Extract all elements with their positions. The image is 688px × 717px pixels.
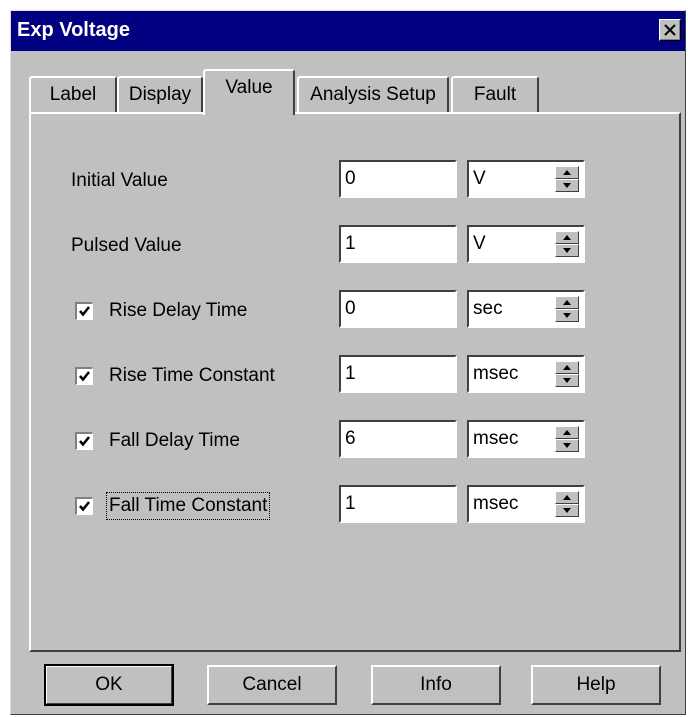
- tab-panel-value: Initial Value 0 V Pulsed Value 1 V Rise …: [29, 112, 681, 652]
- initial-value-spinner[interactable]: [555, 166, 579, 192]
- spin-up-icon[interactable]: [555, 296, 579, 309]
- checkmark-icon: [79, 436, 90, 447]
- rise-delay-time-spinner[interactable]: [555, 296, 579, 322]
- tab-fault-text: Fault: [473, 84, 517, 105]
- initial-value-unit-field[interactable]: V: [467, 160, 585, 198]
- fall-delay-time-unit-field[interactable]: msec: [467, 420, 585, 458]
- rise-time-constant-label: Rise Time Constant: [109, 365, 275, 386]
- rise-time-constant-spinner[interactable]: [555, 361, 579, 387]
- rise-delay-time-checkbox[interactable]: [75, 302, 93, 320]
- rise-delay-time-input[interactable]: 0: [339, 290, 457, 328]
- spin-down-icon[interactable]: [555, 439, 579, 452]
- checkmark-icon: [79, 371, 90, 382]
- fall-time-constant-spinner[interactable]: [555, 491, 579, 517]
- initial-value-unit: V: [473, 168, 486, 189]
- fall-time-constant-checkbox[interactable]: [75, 497, 93, 515]
- tab-value[interactable]: Value: [203, 69, 295, 115]
- tab-display[interactable]: Display: [117, 76, 203, 112]
- spin-up-icon[interactable]: [555, 491, 579, 504]
- ok-button[interactable]: OK: [44, 664, 174, 706]
- rise-delay-time-label: Rise Delay Time: [109, 300, 248, 321]
- spin-up-icon[interactable]: [555, 231, 579, 244]
- tab-display-text: Display: [128, 84, 192, 105]
- rise-time-constant-checkbox[interactable]: [75, 367, 93, 385]
- pulsed-value-unit-field[interactable]: V: [467, 225, 585, 263]
- fall-delay-time-input[interactable]: 6: [339, 420, 457, 458]
- fall-delay-time-checkbox[interactable]: [75, 432, 93, 450]
- title-bar[interactable]: Exp Voltage: [11, 11, 685, 51]
- rise-time-constant-input[interactable]: 1: [339, 355, 457, 393]
- close-icon: [664, 24, 676, 36]
- checkmark-icon: [79, 306, 90, 317]
- spin-down-icon[interactable]: [555, 504, 579, 517]
- help-button[interactable]: Help: [531, 665, 661, 705]
- fall-delay-time-unit: msec: [473, 428, 519, 449]
- initial-value-label: Initial Value: [71, 170, 168, 191]
- tab-fault[interactable]: Fault: [451, 76, 539, 112]
- fall-time-constant-unit-field[interactable]: msec: [467, 485, 585, 523]
- spin-down-icon[interactable]: [555, 244, 579, 257]
- spin-up-icon[interactable]: [555, 361, 579, 374]
- tab-label-text: Label: [49, 84, 97, 105]
- fall-delay-time-label: Fall Delay Time: [109, 430, 240, 451]
- checkmark-icon: [79, 501, 90, 512]
- cancel-button[interactable]: Cancel: [207, 665, 337, 705]
- spin-down-icon[interactable]: [555, 374, 579, 387]
- pulsed-value-input[interactable]: 1: [339, 225, 457, 263]
- fall-time-constant-label: Fall Time Constant: [105, 492, 271, 520]
- spin-down-icon[interactable]: [555, 309, 579, 322]
- fall-time-constant-unit: msec: [473, 493, 519, 514]
- fall-delay-time-spinner[interactable]: [555, 426, 579, 452]
- tab-label[interactable]: Label: [29, 76, 117, 112]
- dialog-window: Exp Voltage Label Display Value Analysis…: [10, 10, 686, 715]
- pulsed-value-spinner[interactable]: [555, 231, 579, 257]
- spin-up-icon[interactable]: [555, 426, 579, 439]
- spin-down-icon[interactable]: [555, 179, 579, 192]
- rise-time-constant-unit-field[interactable]: msec: [467, 355, 585, 393]
- fall-time-constant-input[interactable]: 1: [339, 485, 457, 523]
- window-title: Exp Voltage: [17, 19, 130, 41]
- info-button[interactable]: Info: [371, 665, 501, 705]
- rise-time-constant-unit: msec: [473, 363, 519, 384]
- rise-delay-time-unit-field[interactable]: sec: [467, 290, 585, 328]
- tab-value-text: Value: [225, 77, 273, 98]
- pulsed-value-unit: V: [473, 233, 486, 254]
- close-button[interactable]: [659, 19, 681, 41]
- spin-up-icon[interactable]: [555, 166, 579, 179]
- tab-analysis-setup[interactable]: Analysis Setup: [297, 76, 449, 112]
- pulsed-value-label: Pulsed Value: [71, 235, 182, 256]
- initial-value-input[interactable]: 0: [339, 160, 457, 198]
- tab-analysis-setup-text: Analysis Setup: [310, 84, 436, 105]
- rise-delay-time-unit: sec: [473, 298, 503, 319]
